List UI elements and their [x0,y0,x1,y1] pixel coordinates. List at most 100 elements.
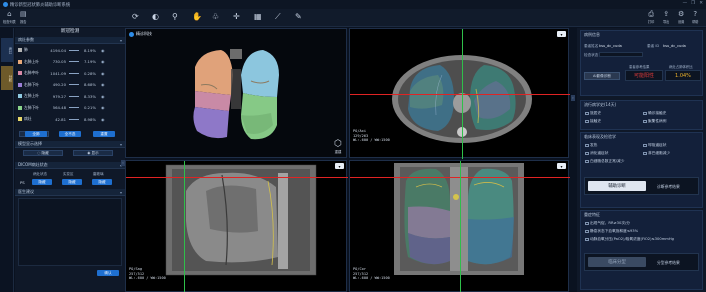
crosshair-vertical[interactable] [460,161,461,292]
brand: 精诊科技 [129,31,152,37]
tab-lesion[interactable]: 病灶 [1,38,13,62]
viewport-menu-button[interactable]: ▾ [557,163,566,169]
lung-icon[interactable]: ♧ [212,13,219,21]
color-swatch [18,94,22,98]
export-button[interactable]: ⇪ 导出 [663,11,669,25]
history-checkbox[interactable]: 确诊接触史 [643,111,666,116]
tab-analysis[interactable]: 分析 [1,66,13,90]
lesion-volume: 564.48 [52,105,66,110]
select-none-button[interactable]: 全不选 [59,131,81,137]
eye-icon[interactable]: ◉ [101,105,105,110]
zoom-icon[interactable]: ⚲ [172,13,178,21]
severity-section: 重症特征 出现气促，RR≥30次/分 静息状态下血氧饱和度≤93% 动脉血氧分压… [580,210,703,290]
crosshair-horizontal[interactable] [350,94,570,95]
help-button[interactable]: ? 帮助 [692,11,698,25]
eye-icon[interactable]: ◉ [101,82,105,87]
report-button[interactable]: ▤ 报告 [20,10,27,25]
symptom-checkbox[interactable]: 发热 [585,143,597,148]
color-swatch [18,82,22,87]
viewport-axial[interactable]: ▾ PO/Axi 129/263 WL:-600 / WW:1500 [349,28,570,159]
lesion-row[interactable]: 左肺下叶 564.48 0.21% ◉ [18,104,122,112]
lesion-section-header[interactable]: 病灶参数 ▾ [15,37,125,44]
lesion-row[interactable]: 右肺中叶 1041.09 0.28% ◉ [18,69,122,77]
ggo-toggle[interactable]: 隐藏 [92,179,112,185]
opacity-slider[interactable] [69,95,79,97]
severity-checkbox[interactable]: 静息状态下血氧饱和度≤93% [585,229,638,234]
viewport-sagittal[interactable]: ▾ PO/Sag 257/512 WL:-600 / WW:1500 [125,160,348,292]
model-section-header[interactable]: DICOM病灶状态 ▾ [15,162,125,169]
minimize-icon[interactable]: — [683,1,688,6]
viewport-coronal[interactable]: ▾ PO/Cor 257/512 WL:-600 / WW:1500 [349,160,570,292]
reset-button[interactable]: 重置 [93,131,115,137]
symptom-checkbox[interactable]: 呼吸道症状 [643,143,666,148]
opacity-slider[interactable] [69,72,79,74]
rotate-icon[interactable]: ⟳ [132,13,139,21]
contrast-icon[interactable]: ◐ [152,13,159,21]
severity-checkbox[interactable]: 动脉血氧分压(PaO2)/吸氧浓度(FiO2)≤300mmHg [585,237,674,242]
settings-button[interactable]: ⚙ 设置 [678,11,684,25]
hide-model-button[interactable]: ◌ 隐藏 [23,150,63,156]
select-all-button[interactable]: 全肺 [25,131,47,137]
measure-icon[interactable]: ⟋ [275,13,281,21]
history-checkbox[interactable]: 旅居史 [585,111,601,116]
eye-icon[interactable]: ◉ [101,48,105,53]
crosshair-horizontal[interactable] [126,177,348,178]
crosshair-vertical[interactable] [462,29,463,159]
exam-list-button[interactable]: ⌂ 检查列表 [3,11,16,25]
lesion-percent: 8.98% [83,116,96,122]
lesion-row[interactable]: 右肺上叶 730.05 7.19% ◉ [18,58,122,66]
pan-icon[interactable]: ✋ [192,13,202,21]
lesion-percent: 8.33% [83,93,96,99]
history-checkbox[interactable]: 聚集性病例 [643,119,666,124]
advice-section-header[interactable]: 医生建议 ▾ [15,189,125,196]
advice-textarea[interactable] [18,198,122,266]
crosshair-icon[interactable]: ✛ [233,13,240,21]
title-bar: 精诊新型冠状肺炎辅助诊断系统 [0,0,706,9]
history-checkbox[interactable]: 接触史 [585,119,601,124]
show-model-button[interactable]: ◉ 显示 [73,150,113,156]
symptom-checkbox[interactable]: 白细胞总数正常/减少 [585,159,624,164]
opacity-slider[interactable] [69,61,79,62]
close-icon[interactable]: ✕ [699,1,703,6]
crosshair-vertical[interactable] [184,161,185,292]
symptom-checkbox[interactable]: 淋巴细胞减少 [643,151,670,156]
opacity-slider[interactable] [69,118,79,120]
annotate-icon[interactable]: ✎ [295,13,302,21]
report-icon: ▤ [20,10,27,18]
eye-icon[interactable]: ◉ [101,59,105,64]
maximize-icon[interactable]: ❐ [691,1,695,6]
lesion-volume: 490.20 [52,82,66,87]
opacity-slider[interactable] [69,107,79,108]
app-title: 精诊新型冠状肺炎辅助诊断系统 [10,2,71,8]
print-button[interactable]: ⎙ 打印 [648,11,654,25]
viewport-menu-button[interactable]: ▾ [557,31,566,37]
collapse-icon: ▾ [119,141,122,147]
status-toggle[interactable]: 隐藏 [32,179,52,185]
collapse-right-handle[interactable]: › [571,95,575,101]
consolidation-toggle[interactable]: 隐藏 [62,179,82,185]
clinical-grade-button[interactable]: 临床分型 [588,257,646,267]
lesion-row[interactable]: 肺 4194.04 8.19% ◉ [18,46,122,54]
lesion-row[interactable]: 右肺下叶 490.20 8.68% ◉ [18,81,122,89]
layout-icon[interactable]: ▦ [254,13,262,21]
eye-icon[interactable]: ◉ [101,71,105,76]
symptom-checkbox[interactable]: 消化道症状 [585,151,608,156]
reference-result: 可能阳性 [625,70,663,81]
eye-icon[interactable]: ◉ [101,94,105,99]
assist-diagnosis-button[interactable]: 辅助诊断 [588,181,646,191]
opacity-slider[interactable] [69,84,79,85]
opacity-slider[interactable] [69,49,79,51]
viewport-3d[interactable]: 精诊科技 ⬡ 重建 [125,28,347,158]
ai-diagnosis-button[interactable]: AI影像诊断 [584,72,620,80]
reconstruct-button[interactable]: ⬡ 重建 [334,140,342,155]
lesion-row[interactable]: 左肺上叶 979.27 8.33% ◉ [18,92,122,100]
display-section-header[interactable]: 模型显示选择 ▾ [15,141,125,148]
eye-icon[interactable]: ◉ [101,117,105,122]
viewport-menu-button[interactable]: ▾ [335,163,344,169]
confirm-button[interactable]: 确认 [97,270,119,276]
exam-state-field[interactable] [599,52,643,57]
severity-checkbox[interactable]: 出现气促，RR≥30次/分 [585,221,630,226]
collapse-left-handle[interactable]: ‹ [121,160,125,166]
checkbox-icon [585,159,589,164]
lesion-row[interactable]: 病灶 42.81 8.98% ◉ [18,115,122,123]
